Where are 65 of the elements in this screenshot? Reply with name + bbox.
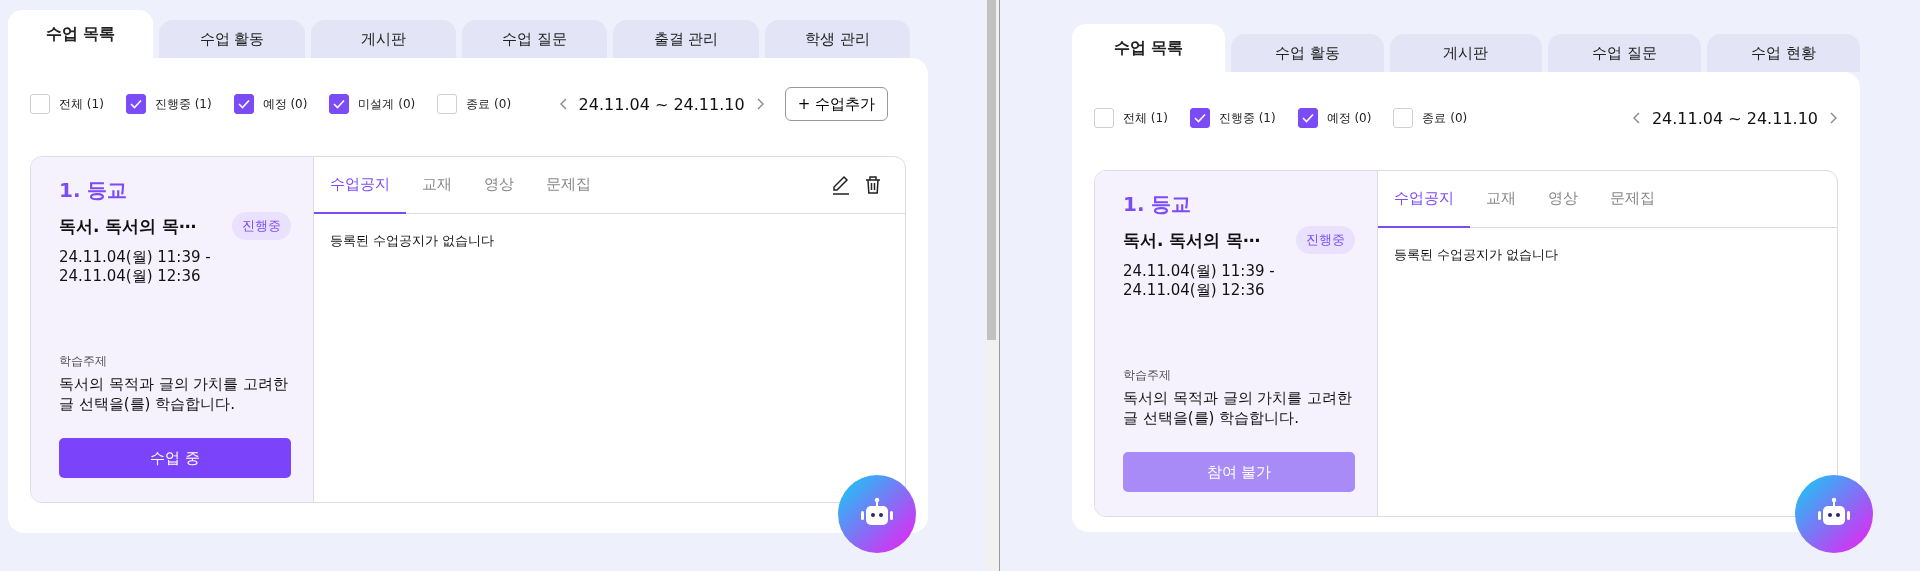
tab[interactable]: 학생 관리	[764, 20, 910, 58]
delete-icon[interactable]	[863, 175, 883, 195]
tab[interactable]: 수업 현황	[1707, 34, 1860, 72]
checkbox[interactable]	[1297, 108, 1318, 128]
check-icon	[1301, 113, 1314, 123]
filter-label: 종료 (0)	[466, 95, 512, 113]
check-icon	[129, 99, 142, 109]
add-lesson-button[interactable]: + 수업추가	[784, 87, 888, 121]
date-range: 24.11.04 ~ 24.11.10	[578, 94, 745, 114]
checkbox[interactable]	[329, 94, 350, 114]
checkbox[interactable]	[233, 94, 254, 114]
lesson-time: 24.11.04(월) 11:39 -	[59, 248, 212, 267]
lesson-title: 독서. 독서의 목⋯	[1123, 228, 1261, 252]
tab[interactable]: 수업 질문	[1548, 34, 1702, 72]
tab[interactable]: 수업 활동	[159, 20, 305, 58]
content-tab[interactable]: 영상	[468, 157, 530, 214]
scrollbar-thumb[interactable]	[987, 0, 996, 340]
previous-icon[interactable]	[1631, 112, 1642, 124]
check-icon	[333, 99, 346, 109]
tab[interactable]: 수업 활동	[1230, 34, 1384, 72]
content-tab[interactable]: 영상	[1532, 171, 1594, 228]
previous-icon[interactable]	[558, 98, 569, 110]
content-tab[interactable]: 교재	[406, 157, 468, 214]
lesson-number-title: 1. 등교	[59, 177, 129, 204]
edit-icon[interactable]	[831, 175, 851, 195]
checkbox[interactable]	[125, 94, 146, 114]
filter-label: 전체 (1)	[1123, 109, 1168, 127]
check-icon	[237, 99, 250, 109]
filter-label: 예정 (0)	[262, 95, 308, 113]
tab[interactable]: 수업 목록	[1072, 24, 1225, 72]
tab[interactable]: 수업 목록	[8, 10, 154, 58]
filter-label: 진행중 (1)	[154, 95, 212, 113]
topic-label: 학습주제	[59, 353, 108, 370]
date-range: 24.11.04 ~ 24.11.10	[1651, 108, 1818, 128]
lesson-title: 독서. 독서의 목⋯	[59, 214, 197, 238]
lesson-time: 24.11.04(월) 12:36	[1123, 281, 1266, 300]
topic-text: 독서의 목적과 글의 가치를 고려한 글 선택을(를) 학습합니다.	[1123, 388, 1354, 428]
filter-label: 미설계 (0)	[358, 95, 416, 113]
status-badge: 진행중	[232, 212, 291, 240]
topic-text: 독서의 목적과 글의 가치를 고려한 글 선택을(를) 학습합니다.	[59, 374, 290, 414]
empty-message: 등록된 수업공지가 없습니다	[329, 232, 496, 250]
tab[interactable]: 수업 질문	[462, 20, 608, 58]
content-tab[interactable]: 문제집	[530, 157, 607, 214]
topic-label: 학습주제	[1123, 367, 1172, 384]
filter-label: 예정 (0)	[1326, 109, 1372, 127]
check-icon	[1193, 113, 1206, 123]
empty-message: 등록된 수업공지가 없습니다	[1393, 246, 1560, 264]
lesson-time: 24.11.04(월) 12:36	[59, 267, 202, 286]
lesson-action-button[interactable]: 수업 중	[59, 438, 291, 478]
content-tab[interactable]: 수업공지	[314, 157, 406, 214]
filter-label: 종료 (0)	[1422, 109, 1468, 127]
lesson-number-title: 1. 등교	[1123, 191, 1193, 218]
lesson-time: 24.11.04(월) 11:39 -	[1123, 262, 1276, 281]
tab[interactable]: 게시판	[310, 20, 456, 58]
scrollbar[interactable]	[985, 0, 999, 571]
tab[interactable]: 게시판	[1389, 34, 1543, 72]
content-tab[interactable]: 문제집	[1594, 171, 1671, 228]
filter-label: 진행중 (1)	[1218, 109, 1276, 127]
filter-label: 전체 (1)	[59, 95, 104, 113]
tab[interactable]: 출결 관리	[613, 20, 759, 58]
checkbox[interactable]	[1189, 108, 1210, 128]
next-icon[interactable]	[1828, 112, 1838, 124]
status-badge: 진행중	[1296, 226, 1355, 254]
content-tab[interactable]: 수업공지	[1378, 171, 1470, 228]
content-tab[interactable]: 교재	[1470, 171, 1532, 228]
